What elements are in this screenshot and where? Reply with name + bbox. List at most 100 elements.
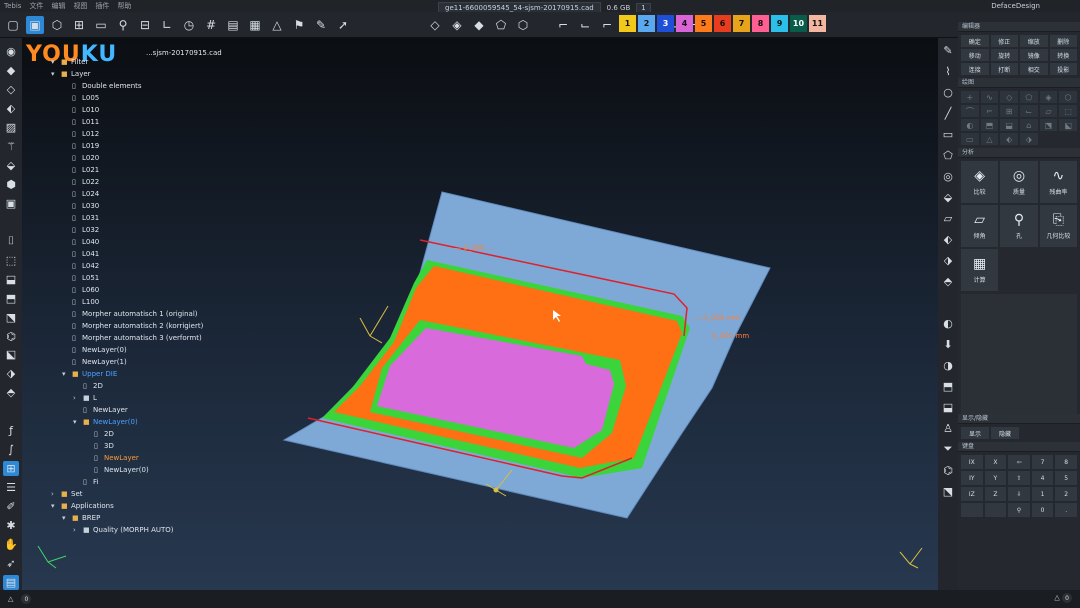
tree-row[interactable]: ▯ L005	[40, 92, 203, 104]
tree-row[interactable]: ▯ L011	[40, 116, 203, 128]
shape-icon-5[interactable]: ⬔	[3, 310, 19, 325]
expand-icon[interactable]: ▾	[51, 500, 58, 512]
fill-icon[interactable]: ◑	[940, 357, 956, 373]
keypad-key[interactable]: IZ	[961, 487, 983, 501]
cube-icon[interactable]: ⬢	[3, 177, 19, 192]
keypad-key[interactable]: ⇦	[1008, 455, 1030, 469]
analysis-tool-6[interactable]: ▦ 计算	[961, 249, 999, 291]
edit-button[interactable]: 转换	[1049, 49, 1077, 61]
tree-row[interactable]: ▯ L032	[40, 224, 203, 236]
tag-outline-icon[interactable]: ⬖	[940, 231, 956, 247]
settings-icon[interactable]: ✱	[3, 518, 19, 533]
keypad-key[interactable]: .	[1055, 503, 1077, 517]
color-swatch-2[interactable]: 2	[638, 15, 655, 32]
layer-tree-icon[interactable]: ⊞	[3, 461, 19, 477]
analysis-tool-2[interactable]: ∿ 残曲率	[1039, 161, 1077, 203]
bracket-icon-2[interactable]: ⌙	[576, 16, 594, 34]
axis-icon[interactable]: ∟	[158, 16, 176, 34]
tree-row[interactable]: ▯ L100	[40, 296, 203, 308]
edit-button[interactable]: 删除	[1049, 35, 1077, 47]
keypad-key[interactable]: 5	[1055, 471, 1077, 485]
split-view-icon[interactable]: ⊟	[136, 16, 154, 34]
diamond-icon[interactable]: ◆	[3, 63, 19, 78]
layer-icon[interactable]: ▤	[224, 16, 242, 34]
draw-section-header[interactable]: 绘图	[958, 78, 1080, 88]
line-icon[interactable]: ╱	[940, 105, 956, 121]
brush-icon[interactable]: ✐	[3, 499, 19, 514]
circle-icon[interactable]: ○	[940, 84, 956, 100]
expand-icon[interactable]: ▾	[73, 416, 80, 428]
tree-row[interactable]: ▯ L051	[40, 272, 203, 284]
frame-icon[interactable]: ▭	[92, 16, 110, 34]
arrow-down-icon[interactable]: ⬇	[940, 336, 956, 352]
expand-icon[interactable]: ›	[73, 524, 80, 536]
tree-row[interactable]: ▯ 3D	[40, 440, 203, 452]
draw-tool-icon[interactable]: ⬒	[980, 119, 999, 131]
rectangle-icon[interactable]: ▭	[940, 126, 956, 142]
tree-row[interactable]: ▯ L060	[40, 284, 203, 296]
color-swatch-6[interactable]: 6	[714, 15, 731, 32]
show-button[interactable]: 显示	[961, 427, 989, 439]
tree-row[interactable]: ▯ L012	[40, 128, 203, 140]
surface-icon[interactable]: ◈	[448, 16, 466, 34]
tree-row[interactable]: ▯ NewLayer(0)	[40, 344, 203, 356]
solid-icon[interactable]: ◆	[470, 16, 488, 34]
eye-outline-icon[interactable]: ◎	[940, 168, 956, 184]
analysis-tool-3[interactable]: ▱ 倾角	[961, 205, 999, 247]
edit-button[interactable]: 投影	[1049, 63, 1077, 75]
draw-tool-icon[interactable]: ∿	[980, 91, 999, 103]
keypad-key[interactable]: 7	[1031, 455, 1054, 469]
bucket-icon[interactable]: ⬗	[940, 252, 956, 268]
status-left-counter[interactable]: 0	[21, 594, 32, 604]
box-icon[interactable]: ⬓	[940, 399, 956, 415]
hide-button[interactable]: 隐藏	[991, 427, 1019, 439]
tree-row[interactable]: ▾ ■ Filter	[40, 56, 203, 68]
edit-button[interactable]: 缩放	[1020, 35, 1048, 47]
tree-row[interactable]: ▾ ■ BREP	[40, 512, 203, 524]
eye-icon[interactable]: ◉	[3, 44, 19, 59]
tree-row[interactable]: ▯ L020	[40, 152, 203, 164]
draw-tool-icon[interactable]: ⬖	[1000, 133, 1018, 145]
draw-tool-icon[interactable]: ◈	[1039, 91, 1058, 103]
tree-row[interactable]: ▯ 2D	[40, 380, 203, 392]
color-swatch-1[interactable]: 1	[619, 15, 636, 32]
tree-row[interactable]: ▯ Morpher automatisch 1 (original)	[40, 308, 203, 320]
menu-item[interactable]: 帮助	[117, 1, 131, 11]
draw-tool-icon[interactable]: ⌐	[980, 105, 999, 117]
plane-icon[interactable]: ▱	[940, 210, 956, 226]
tree-row[interactable]: ▯ NewLayer	[40, 452, 203, 464]
menu-item[interactable]: 插件	[95, 1, 109, 11]
draw-tool-icon[interactable]: ⬚	[1059, 105, 1077, 117]
tree-row[interactable]: ▯ NewLayer	[40, 404, 203, 416]
shape-icon-1[interactable]: ⌷	[3, 234, 19, 249]
expand-icon[interactable]: ▾	[62, 368, 69, 380]
open-file-icon[interactable]: ▣	[26, 15, 44, 34]
tree-row[interactable]: ▯ L024	[40, 188, 203, 200]
draw-tool-icon[interactable]: △	[980, 133, 999, 145]
mark-icon[interactable]: ⬔	[940, 483, 956, 499]
tree-row[interactable]: ▯ Morpher automatisch 2 (korrigiert)	[40, 320, 203, 332]
tool-icon[interactable]: ✎	[312, 16, 330, 34]
color-swatch-10[interactable]: 10	[790, 15, 807, 32]
edit-button[interactable]: 镜像	[1020, 49, 1048, 61]
draw-tool-icon[interactable]: ◇	[1000, 91, 1018, 103]
edge-icon[interactable]: ◇	[426, 16, 444, 34]
clock-icon[interactable]: ◷	[180, 16, 198, 34]
tree-row[interactable]: ▯ L041	[40, 248, 203, 260]
cube-view-icon[interactable]: ⬡	[48, 16, 66, 34]
edit-button[interactable]: 相交	[1020, 63, 1048, 75]
hash-grid-icon[interactable]: #	[202, 16, 220, 34]
keypad-section-header[interactable]: 键盘	[958, 442, 1080, 452]
grid-view-icon[interactable]: ⊞	[70, 16, 88, 34]
draw-tool-icon[interactable]: +	[961, 91, 979, 103]
keypad-key[interactable]: IX	[961, 455, 983, 469]
keypad-key[interactable]: ⇧	[1008, 471, 1030, 485]
new-file-icon[interactable]: ▢	[4, 16, 22, 34]
shape-icon-7[interactable]: ⬕	[3, 348, 19, 363]
analysis-section-header[interactable]: 分析	[958, 148, 1080, 158]
zoom-icon[interactable]: ⚲	[114, 16, 132, 34]
shape-icon-2[interactable]: ⬚	[3, 253, 19, 268]
keypad-key[interactable]: 8	[1055, 455, 1077, 469]
menu-item[interactable]: 视图	[73, 1, 87, 11]
shape-icon-6[interactable]: ⌬	[3, 329, 19, 344]
